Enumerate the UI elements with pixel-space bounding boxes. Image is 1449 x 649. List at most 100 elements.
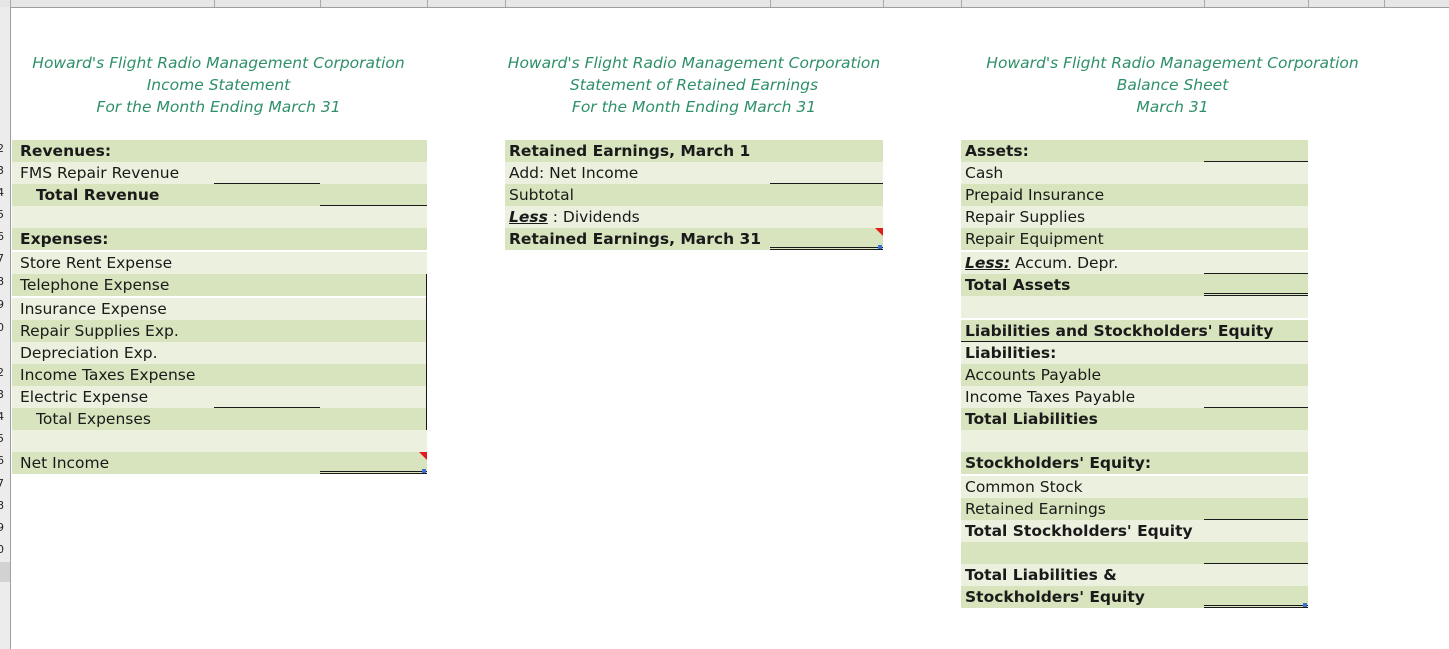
- income-amount-cell[interactable]: [214, 298, 320, 320]
- balance-sheet-amount-cell[interactable]: [1204, 430, 1308, 452]
- balance-sheet-amount-cell[interactable]: [1204, 206, 1308, 228]
- row-number[interactable]: 8: [0, 496, 10, 516]
- income-row-label[interactable]: Total Expenses: [12, 408, 214, 430]
- balance-sheet-row-label[interactable]: Income Taxes Payable: [961, 386, 1204, 408]
- income-amount-cell[interactable]: [214, 162, 320, 184]
- income-row-label[interactable]: Store Rent Expense: [12, 252, 214, 274]
- row-number[interactable]: 7: [0, 474, 10, 494]
- retained-earnings-amount-cell[interactable]: [770, 162, 883, 184]
- income-total-cell[interactable]: [320, 140, 427, 162]
- balance-sheet-row-label[interactable]: Repair Equipment: [961, 228, 1204, 250]
- income-total-cell[interactable]: [320, 298, 427, 320]
- balance-sheet-row-label[interactable]: Less: Accum. Depr.: [961, 252, 1204, 274]
- balance-sheet-row-label[interactable]: Retained Earnings: [961, 498, 1204, 520]
- balance-sheet-amount-cell[interactable]: [1204, 476, 1308, 498]
- balance-sheet-amount-cell[interactable]: [1204, 296, 1308, 318]
- row-number[interactable]: 5: [0, 205, 10, 225]
- income-total-cell[interactable]: [320, 430, 427, 452]
- income-row-label[interactable]: Total Revenue: [12, 184, 214, 206]
- income-row-label[interactable]: Depreciation Exp.: [12, 342, 214, 364]
- row-number[interactable]: 8: [0, 272, 10, 292]
- balance-sheet-row-label[interactable]: Stockholders' Equity:: [961, 452, 1204, 474]
- balance-sheet-row-label[interactable]: Prepaid Insurance: [961, 184, 1204, 206]
- balance-sheet-amount-cell[interactable]: [1204, 542, 1308, 564]
- balance-sheet-amount-cell[interactable]: [1204, 274, 1308, 296]
- balance-sheet-amount-cell[interactable]: [1204, 564, 1308, 586]
- balance-sheet-row-label[interactable]: Total Liabilities: [961, 408, 1204, 430]
- income-amount-cell[interactable]: [214, 228, 320, 250]
- balance-sheet-amount-cell[interactable]: [1204, 364, 1308, 386]
- income-row-label[interactable]: Income Taxes Expense: [12, 364, 214, 386]
- row-number[interactable]: 3: [0, 385, 10, 405]
- income-total-cell[interactable]: [320, 252, 427, 274]
- retained-earnings-row-label[interactable]: Retained Earnings, March 1: [505, 140, 770, 162]
- income-total-cell[interactable]: [320, 386, 427, 408]
- row-number[interactable]: [0, 562, 10, 582]
- row-number[interactable]: 0: [0, 540, 10, 560]
- retained-earnings-row-label[interactable]: Less : Dividends: [505, 206, 770, 228]
- balance-sheet-amount-cell[interactable]: [1204, 586, 1308, 608]
- income-row-label[interactable]: Electric Expense: [12, 386, 214, 408]
- income-row-label[interactable]: Insurance Expense: [12, 298, 214, 320]
- income-amount-cell[interactable]: [214, 386, 320, 408]
- row-number[interactable]: [0, 628, 10, 648]
- balance-sheet-row-label[interactable]: Liabilities and Stockholders' Equity: [961, 320, 1308, 342]
- balance-sheet-row-label[interactable]: Total Liabilities &: [961, 564, 1204, 586]
- income-row-label[interactable]: Expenses:: [12, 228, 214, 250]
- income-amount-cell[interactable]: [214, 274, 320, 296]
- balance-sheet-amount-cell[interactable]: [1204, 252, 1308, 274]
- balance-sheet-row-label[interactable]: Liabilities:: [961, 342, 1204, 364]
- balance-sheet-row-label[interactable]: [961, 542, 1204, 564]
- row-number[interactable]: 5: [0, 429, 10, 449]
- balance-sheet-row-label[interactable]: Repair Supplies: [961, 206, 1204, 228]
- fill-handle-icon[interactable]: [422, 469, 426, 473]
- balance-sheet-amount-cell[interactable]: [1204, 162, 1308, 184]
- income-total-cell[interactable]: [320, 452, 427, 474]
- balance-sheet-row-label[interactable]: Accounts Payable: [961, 364, 1204, 386]
- row-number[interactable]: 0: [0, 318, 10, 338]
- balance-sheet-amount-cell[interactable]: [1204, 386, 1308, 408]
- row-number[interactable]: 9: [0, 518, 10, 538]
- income-total-cell[interactable]: [320, 364, 427, 386]
- column-header-bar[interactable]: [0, 0, 1449, 8]
- income-amount-cell[interactable]: [214, 342, 320, 364]
- income-total-cell[interactable]: [320, 228, 427, 250]
- income-row-label[interactable]: [12, 430, 214, 452]
- row-number[interactable]: [0, 606, 10, 626]
- retained-earnings-row-label[interactable]: Retained Earnings, March 31: [505, 228, 770, 250]
- balance-sheet-row-label[interactable]: Common Stock: [961, 476, 1204, 498]
- income-total-cell[interactable]: [320, 320, 427, 342]
- row-number[interactable]: 4: [0, 407, 10, 427]
- income-row-label[interactable]: FMS Repair Revenue: [12, 162, 214, 184]
- balance-sheet-amount-cell[interactable]: [1204, 184, 1308, 206]
- retained-earnings-amount-cell[interactable]: [770, 228, 883, 250]
- balance-sheet-amount-cell[interactable]: [1204, 140, 1308, 162]
- balance-sheet-row-label[interactable]: Cash: [961, 162, 1204, 184]
- income-amount-cell[interactable]: [214, 364, 320, 386]
- row-number[interactable]: 6: [0, 227, 10, 247]
- retained-earnings-amount-cell[interactable]: [770, 140, 883, 162]
- income-total-cell[interactable]: [320, 408, 427, 430]
- row-number[interactable]: 9: [0, 295, 10, 315]
- income-row-label[interactable]: Net Income: [12, 452, 214, 474]
- row-number[interactable]: 6: [0, 451, 10, 471]
- income-total-cell[interactable]: [320, 274, 427, 296]
- row-number[interactable]: 2: [0, 363, 10, 383]
- income-total-cell[interactable]: [320, 184, 427, 206]
- income-amount-cell[interactable]: [214, 140, 320, 162]
- retained-earnings-amount-cell[interactable]: [770, 206, 883, 228]
- income-amount-cell[interactable]: [214, 184, 320, 206]
- balance-sheet-row-label[interactable]: Total Assets: [961, 274, 1204, 296]
- balance-sheet-amount-cell[interactable]: [1204, 498, 1308, 520]
- income-row-label[interactable]: [12, 206, 214, 228]
- row-number[interactable]: 2: [0, 139, 10, 159]
- retained-earnings-row-label[interactable]: Add: Net Income: [505, 162, 770, 184]
- income-row-label[interactable]: Telephone Expense: [12, 274, 214, 296]
- income-amount-cell[interactable]: [214, 408, 320, 430]
- balance-sheet-row-label[interactable]: Total Stockholders' Equity: [961, 520, 1204, 542]
- fill-handle-icon[interactable]: [1303, 603, 1307, 607]
- income-amount-cell[interactable]: [214, 206, 320, 228]
- income-total-cell[interactable]: [320, 206, 427, 228]
- balance-sheet-row-label[interactable]: [961, 430, 1204, 452]
- balance-sheet-row-label[interactable]: [961, 296, 1204, 318]
